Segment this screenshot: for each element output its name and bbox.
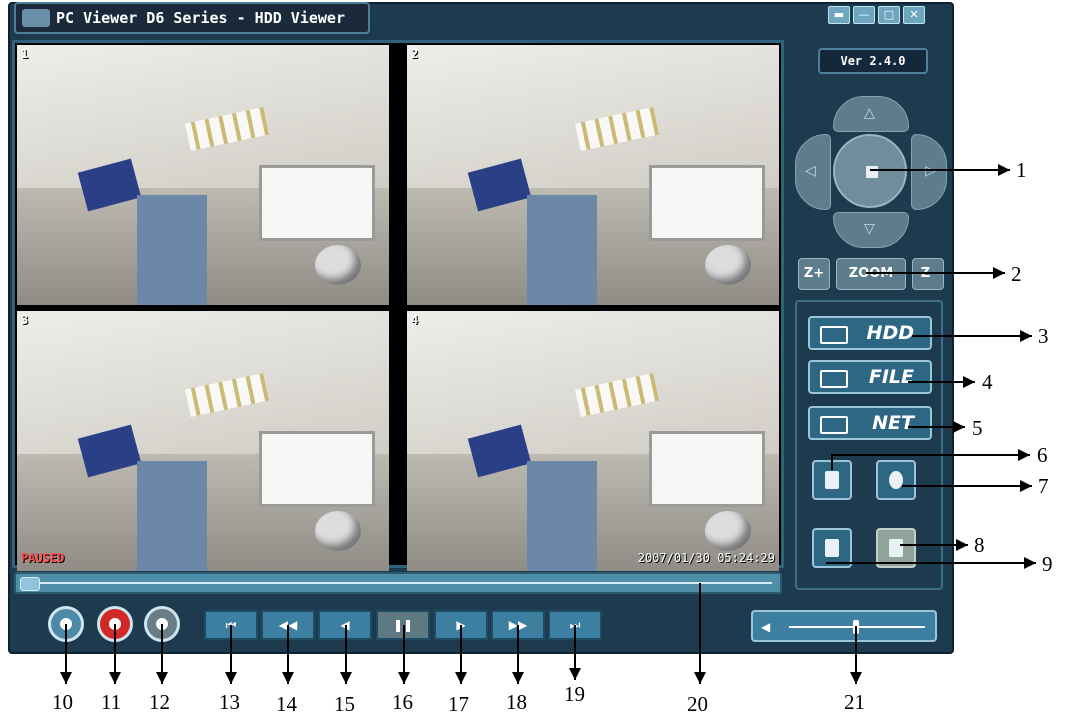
callout-7: 7 — [1038, 474, 1049, 498]
callout-2: 2 — [1011, 262, 1022, 286]
callout-10: 10 — [52, 690, 73, 714]
callout-9: 9 — [1042, 552, 1053, 576]
callout-6: 6 — [1037, 443, 1048, 467]
callout-8: 8 — [974, 533, 985, 557]
callout-16: 16 — [392, 690, 413, 714]
callout-15: 15 — [334, 692, 355, 716]
callout-3: 3 — [1038, 324, 1049, 348]
callout-lines — [60, 164, 1036, 684]
callout-21: 21 — [844, 690, 865, 714]
callout-4: 4 — [982, 370, 993, 394]
callout-12: 12 — [149, 690, 170, 714]
callout-18: 18 — [506, 690, 527, 714]
callout-19: 19 — [564, 682, 585, 706]
callout-14: 14 — [276, 692, 297, 716]
callout-5: 5 — [972, 416, 983, 440]
callout-17: 17 — [448, 692, 469, 716]
callout-11: 11 — [101, 690, 122, 714]
callout-1: 1 — [1016, 158, 1027, 182]
callout-13: 13 — [219, 690, 240, 714]
callout-20: 20 — [687, 692, 708, 716]
